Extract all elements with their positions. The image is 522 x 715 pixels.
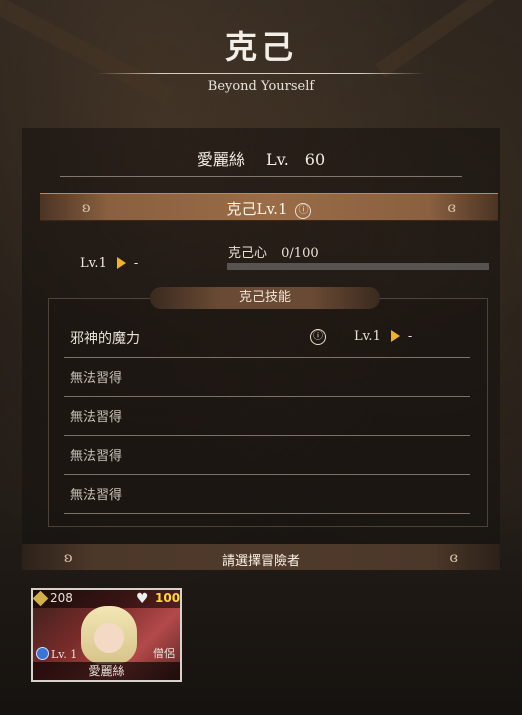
character-name: 愛麗絲 — [196, 150, 245, 169]
arrow-right-icon — [390, 330, 400, 342]
transcend-level-title: 克己Lv.1 — [226, 200, 288, 218]
skill-locked-label: 無法習得 — [70, 488, 123, 503]
select-adventurer-prompt: 請選擇冒險者 — [221, 554, 300, 569]
scroll-ornament-icon: ɞ — [447, 200, 456, 216]
skill-name: 邪神的魔力 — [70, 331, 140, 347]
skill-row: 無法習得 — [64, 358, 470, 397]
heart-icon: ♥ — [136, 591, 149, 607]
gem-icon — [36, 647, 49, 660]
info-icon[interactable]: ⓘ — [310, 329, 326, 345]
card-name: 愛麗絲 — [88, 664, 125, 678]
skill-locked-label: 無法習得 — [70, 410, 123, 425]
skill-level: Lv.1 — [354, 329, 381, 344]
transcend-heart: 克己心 0/100 — [228, 242, 319, 261]
adventurer-portrait — [81, 606, 137, 664]
character-level-label: Lv. — [265, 150, 289, 169]
arrow-right-icon — [116, 257, 126, 269]
skill-row: 無法習得 — [64, 397, 470, 436]
character-info: 愛麗絲 Lv. 60 — [0, 146, 522, 170]
transcend-level-change: Lv.1 - — [80, 256, 138, 271]
heart-label: 克己心 — [228, 246, 268, 261]
card-name-bar: 愛麗絲 — [33, 662, 180, 680]
scroll-ornament-icon: ɞ — [449, 550, 458, 566]
select-adventurer-bar: ʚ 請選擇冒險者 ɞ — [22, 544, 500, 570]
skill-row: 無法習得 — [64, 475, 470, 514]
heart-value: 0/100 — [281, 246, 319, 261]
skill-locked-label: 無法習得 — [70, 449, 123, 464]
page-subtitle: Beyond Yourself — [207, 79, 315, 94]
next-level: - — [133, 256, 139, 271]
current-level: Lv.1 — [80, 256, 107, 271]
character-divider — [60, 176, 462, 177]
card-class: 僧侶 — [153, 647, 175, 660]
hp-value: 100 — [155, 591, 181, 605]
attack-value: 208 — [50, 591, 73, 605]
adventurer-card[interactable]: 208 ♥ 100 Lv. 1 僧侶 愛麗絲 — [31, 588, 182, 682]
skills-header: 克己技能 — [150, 287, 380, 309]
heart-progress-bar — [227, 263, 489, 270]
page-title: 克己 — [224, 28, 297, 66]
title-divider — [96, 73, 426, 74]
skill-row: 無法習得 — [64, 436, 470, 475]
info-icon[interactable]: ⓘ — [295, 203, 312, 219]
sword-icon — [32, 590, 49, 607]
skill-row[interactable]: 邪神的魔力 ⓘ Lv.1 - — [64, 319, 470, 358]
card-level: Lv. 1 — [51, 648, 78, 661]
transcend-level-bar: ʚ 克己Lv.1 ⓘ ɞ — [40, 193, 498, 221]
skill-next-level: - — [407, 329, 413, 344]
character-level: 60 — [304, 150, 326, 169]
skill-locked-label: 無法習得 — [70, 371, 123, 386]
skill-level-change: Lv.1 - — [354, 329, 412, 344]
